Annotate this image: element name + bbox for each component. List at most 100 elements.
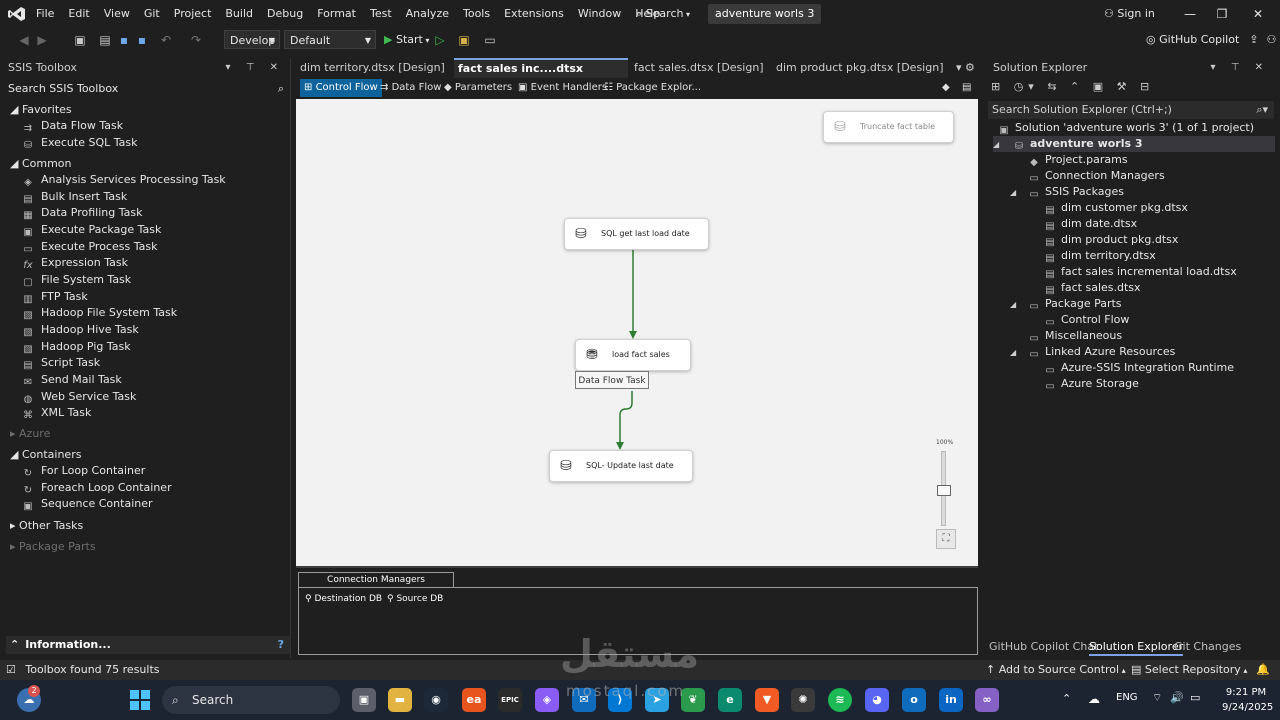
windows-start-icon[interactable] [128, 688, 152, 712]
menu-edit[interactable]: Edit [61, 0, 96, 28]
toolbox-item[interactable]: ⇉ Data Flow Task [22, 118, 123, 134]
task-view-icon[interactable]: ▣ [352, 688, 376, 712]
tab-solution-explorer[interactable]: Solution Explorer [1089, 640, 1184, 656]
tab-fact-sales-incremental[interactable]: fact sales inc....dtsx [Design]⊸✕ [454, 58, 628, 92]
select-repository-button[interactable]: ▤ Select Repository ▴ [1131, 660, 1247, 681]
menu-project[interactable]: Project [167, 0, 219, 28]
toolbox-item[interactable]: ⌘ XML Task [22, 405, 91, 421]
start-button[interactable]: ▶ Start ▾ [384, 28, 429, 53]
menu-git[interactable]: Git [137, 0, 167, 28]
maximize-button[interactable]: ❐ [1207, 0, 1237, 28]
epic-games-icon[interactable]: EPIC [498, 688, 522, 712]
tab-fact-sales[interactable]: fact sales.dtsx [Design] [630, 58, 774, 78]
tab-github-copilot-chat[interactable]: GitHub Copilot Chat [989, 640, 1098, 654]
tree-package-item[interactable]: ▤ dim territory.dtsx [1044, 248, 1156, 264]
notifications-icon[interactable]: 🔔 [1256, 660, 1270, 680]
tab-event-handlers[interactable]: ▣ Event Handlers [518, 79, 607, 97]
back-icon[interactable]: ◀ [16, 32, 32, 48]
toolbox-item[interactable]: ▧ Hadoop Pig Task [22, 339, 130, 355]
visual-studio-logo-icon[interactable] [8, 6, 26, 22]
menu-view[interactable]: View [97, 0, 137, 28]
tree-miscellaneous[interactable]: ▭ Miscellaneous [1028, 328, 1122, 344]
copilot-app-icon[interactable]: ◈ [535, 688, 559, 712]
github-copilot-button[interactable]: ◎ GitHub Copilot ⇪ ⚇ [1146, 28, 1276, 52]
tab-overflow-icon[interactable]: ▾ ⚙ [952, 58, 982, 78]
tab-parameters[interactable]: ◆ Parameters [444, 79, 512, 97]
visual-studio-taskbar-icon[interactable]: ∞ [975, 688, 999, 712]
save-all-icon[interactable]: ▪ [134, 32, 150, 48]
menu-analyze[interactable]: Analyze [399, 0, 456, 28]
toolbox-group-other-tasks[interactable]: ▸ Other Tasks [10, 519, 83, 532]
toolbox-group-package-parts[interactable]: ▸ Package Parts [10, 540, 96, 553]
volume-icon[interactable]: 🔊 [1170, 691, 1184, 704]
information-panel-header[interactable]: ⌃ Information...? [6, 636, 290, 654]
toolbox-item[interactable]: ▤ Script Task [22, 355, 100, 371]
connection-source-db[interactable]: ⚲ Source DB [387, 594, 443, 604]
open-folder-icon[interactable]: ▤ [97, 32, 113, 48]
toolbox-item[interactable]: ▥ FTP Task [22, 289, 87, 305]
chatgpt-icon[interactable]: ✺ [791, 688, 815, 712]
solution-explorer-toolbar[interactable]: ⊞ ◷▾ ⇆ ⌃ ▣ ⚒ ⊟ [991, 80, 1154, 93]
taskbar-search-box[interactable]: ⌕ Search [162, 686, 340, 714]
variables-icon[interactable]: ◆ [942, 79, 950, 97]
new-project-icon[interactable]: ▣ [72, 32, 88, 48]
menu-search[interactable]: ⌕ Search ▾ [636, 0, 690, 29]
undo-icon[interactable]: ↶ [158, 32, 174, 48]
forward-icon[interactable]: ▶ [34, 32, 50, 48]
edge-browser-icon[interactable]: e [718, 688, 742, 712]
tab-data-flow[interactable]: ⇉ Data Flow [380, 79, 441, 97]
minimize-button[interactable]: — [1175, 0, 1205, 28]
task-sql-update-last-date[interactable]: ⛁ SQL- Update last date [549, 450, 693, 482]
add-to-source-control-button[interactable]: ↑ Add to Source Control ▴ [986, 660, 1126, 681]
menu-file[interactable]: File [29, 0, 61, 28]
toolbox-item[interactable]: ▣ Execute Package Task [22, 222, 161, 238]
menu-build[interactable]: Build [218, 0, 260, 28]
brave-browser-icon[interactable]: ▼ [755, 688, 779, 712]
tree-azure-item[interactable]: ▭ Azure Storage [1044, 376, 1139, 392]
discord-icon[interactable]: ◕ [865, 688, 889, 712]
zoom-to-fit-button[interactable]: ⛶ [936, 529, 956, 549]
menu-window[interactable]: Window [571, 0, 628, 28]
solution-title-badge[interactable]: adventure worls 3 [708, 4, 822, 24]
toolbox-item[interactable]: ⛁ Execute SQL Task [22, 135, 138, 151]
tab-dim-product[interactable]: dim product pkg.dtsx [Design] [772, 58, 946, 78]
zoom-slider-thumb[interactable] [937, 485, 951, 496]
toolbox-item[interactable]: ◈ Analysis Services Processing Task [22, 172, 226, 188]
toolbox-item[interactable]: ↻ For Loop Container [22, 463, 146, 479]
task-sql-get-last-load-date[interactable]: ⛁ SQL get last load date [564, 218, 709, 250]
task-truncate-fact-table[interactable]: ⛁ Truncate fact table [823, 111, 954, 143]
save-icon[interactable]: ▪ [116, 32, 132, 48]
redo-icon[interactable]: ↷ [188, 32, 204, 48]
menu-extensions[interactable]: Extensions [497, 0, 571, 28]
toolbox-group-azure[interactable]: ▸ Azure [10, 427, 50, 440]
file-explorer-icon[interactable]: ▬ [388, 688, 412, 712]
tree-package-item[interactable]: ▤ dim customer pkg.dtsx [1044, 200, 1188, 216]
toolbox-group-common[interactable]: ◢ Common [10, 157, 72, 170]
toolbox-item[interactable]: fx Expression Task [22, 255, 128, 271]
toolbox-item[interactable]: ◍ Web Service Task [22, 389, 137, 405]
task-load-fact-sales[interactable]: ⛃ load fact sales [575, 339, 691, 371]
tree-azure-item[interactable]: ▭ Azure-SSIS Integration Runtime [1044, 360, 1234, 376]
toolbox-item[interactable]: ✉ Send Mail Task [22, 372, 122, 388]
folder-icon[interactable]: ▣ [456, 32, 472, 48]
toolbox-item[interactable]: ▢ File System Task [22, 272, 131, 288]
toolbox-search-input[interactable]: Search SSIS Toolbox ⌕ [4, 80, 288, 98]
system-clock[interactable]: 9:21 PM 9/24/2025 [1222, 685, 1273, 715]
toolbox-group-favorites[interactable]: ◢ Favorites [10, 103, 72, 116]
tree-package-item[interactable]: ▤ fact sales.dtsx [1044, 280, 1140, 296]
ea-app-icon[interactable]: ea [462, 688, 486, 712]
tree-project-params[interactable]: ◆ Project.params [1028, 152, 1127, 168]
control-flow-canvas[interactable]: ⛁ Truncate fact table ⛁ SQL get last load … [296, 99, 978, 566]
tree-control-flow[interactable]: ▭ Control Flow [1044, 312, 1129, 328]
toolbox-item[interactable]: ▣ Sequence Container [22, 496, 152, 512]
tab-package-explorer[interactable]: ☷ Package Explor... [604, 79, 701, 97]
tree-package-item[interactable]: ▤ fact sales incremental load.dtsx [1044, 264, 1236, 280]
toolbox-item[interactable]: ↻ Foreach Loop Container [22, 480, 172, 496]
steam-icon[interactable]: ◉ [424, 688, 448, 712]
configuration-dropdown[interactable]: Develop ▼ [224, 30, 280, 49]
sign-in-button[interactable]: ⚇ Sign in [1104, 0, 1155, 28]
linkedin-icon[interactable]: in [939, 688, 963, 712]
toolbox-item[interactable]: ▦ Data Profiling Task [22, 205, 142, 221]
connection-managers-tab[interactable]: Connection Managers [298, 572, 454, 588]
platform-dropdown[interactable]: Default ▼ [284, 30, 376, 49]
